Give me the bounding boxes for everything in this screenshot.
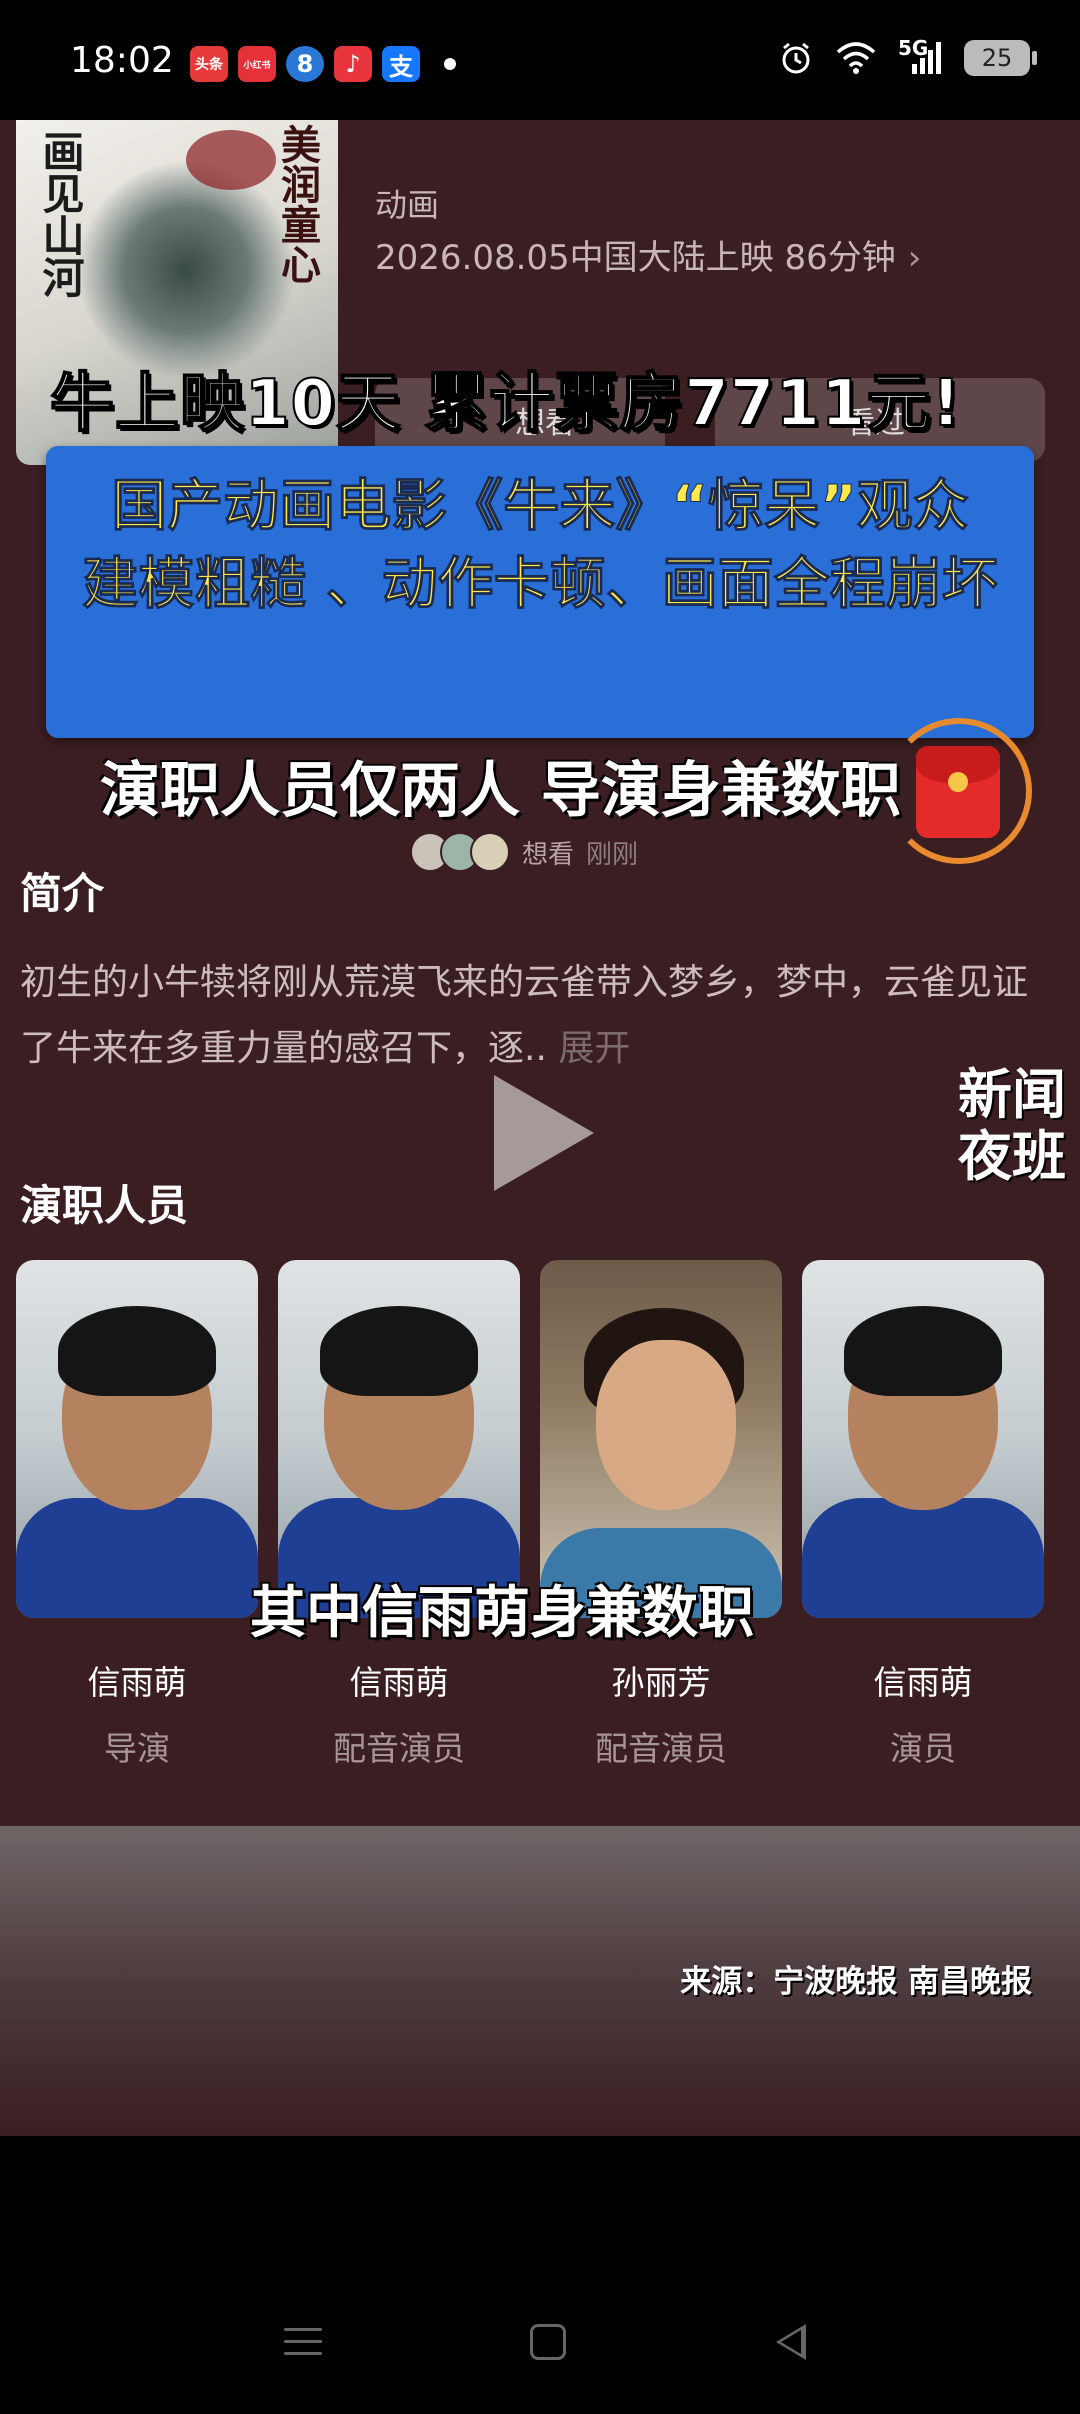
banner-line-2: 建模粗糙 、动作卡顿、画面全程崩坏 — [82, 552, 999, 618]
cast-name: 信雨萌 — [349, 1663, 449, 1702]
red-packet-icon[interactable] — [916, 746, 1000, 838]
cast-card[interactable]: 信雨萌 配音演员 — [278, 1260, 520, 1770]
news-watermark-logo: 新闻 夜班 — [958, 1064, 1066, 1188]
watermark-line-1: 新闻 — [958, 1063, 1066, 1126]
news-headline-box-office: 牛上映10天 累计票房7711元! — [49, 366, 962, 442]
home-icon[interactable] — [530, 2324, 566, 2360]
cast-photo — [278, 1260, 520, 1618]
cast-photo — [802, 1260, 1044, 1618]
news-source-caption: 来源：宁波晚报 南昌晚报 — [680, 1964, 1032, 2000]
poster-ink-art — [76, 160, 296, 380]
xiaohongshu-app-icon: 小红书 — [238, 46, 276, 82]
cast-name: 孙丽芳 — [611, 1663, 711, 1702]
poster-red-art — [186, 130, 276, 190]
cast-role: 配音演员 — [333, 1729, 465, 1768]
more-notifications-dot — [444, 58, 456, 70]
news-app-icon: 8 — [286, 46, 324, 82]
cast-list: 信雨萌 导演 信雨萌 配音演员 孙丽芳 配音演员 信雨萌 演员 — [16, 1260, 1044, 1770]
menu-icon[interactable] — [284, 2328, 322, 2356]
back-icon[interactable] — [776, 2324, 806, 2360]
notification-icons: 头条 小红书 8 ♪ 支 — [190, 46, 456, 82]
intro-body: 初生的小牛犊将刚从荒漠飞来的云雀带入梦乡，梦中，云雀见证了牛来在多重力量的感召下… — [20, 962, 1029, 1069]
alipay-app-icon: 支 — [382, 46, 420, 82]
want-activity-label: 想看 — [522, 839, 575, 870]
cast-photo — [16, 1260, 258, 1618]
movie-detail-page: 画见山河 美润童心 动画 2026.08.05中国大陆上映 86分钟 › 想看 看… — [0, 120, 1080, 2136]
want-activity-row: 想看 刚刚 — [410, 832, 638, 872]
movie-genre: 动画 — [375, 186, 440, 224]
wifi-icon — [836, 42, 876, 74]
poster-calligraphy-left: 画见山河 — [36, 130, 85, 298]
cast-role: 配音演员 — [595, 1729, 727, 1768]
cast-card[interactable]: 信雨萌 导演 — [16, 1260, 258, 1770]
banner-line-1: 国产动画电影《牛来》“惊呆”观众 — [111, 474, 970, 540]
avatar-group — [410, 832, 510, 872]
cast-name: 信雨萌 — [87, 1663, 187, 1702]
video-subtitle: 其中信雨萌身兼数职 — [250, 1581, 754, 1646]
want-activity-time: 刚刚 — [586, 839, 639, 870]
expand-link[interactable]: 展开 — [558, 1028, 630, 1069]
cast-section-title: 演职人员 — [20, 1181, 189, 1230]
cast-photo — [540, 1260, 782, 1618]
news-headline-banner: 国产动画电影《牛来》“惊呆”观众 建模粗糙 、动作卡顿、画面全程崩坏 — [46, 446, 1034, 738]
poster-calligraphy-right: 美润童心 — [274, 124, 321, 284]
avatar — [470, 832, 510, 872]
movie-release-info[interactable]: 2026.08.05中国大陆上映 86分钟 › — [375, 230, 921, 279]
cell-signal-icon: 5G — [898, 36, 942, 76]
cast-name: 信雨萌 — [873, 1663, 973, 1702]
battery-icon: 25 — [964, 40, 1037, 76]
cast-card[interactable]: 孙丽芳 配音演员 — [540, 1260, 782, 1770]
clock: 18:02 — [70, 40, 174, 81]
chevron-right-icon: › — [907, 238, 922, 278]
watermark-line-2: 夜班 — [958, 1125, 1066, 1188]
music-app-icon: ♪ — [334, 46, 372, 82]
intro-section-title: 简介 — [20, 869, 105, 918]
release-text: 2026.08.05中国大陆上映 86分钟 — [375, 238, 896, 278]
cast-role: 导演 — [104, 1729, 170, 1768]
toutiao-app-icon: 头条 — [190, 46, 228, 82]
intro-text: 初生的小牛犊将刚从荒漠飞来的云雀带入梦乡，梦中，云雀见证了牛来在多重力量的感召下… — [20, 950, 1050, 1082]
system-icons: 5G 25 — [778, 36, 1037, 76]
cast-card[interactable]: 信雨萌 演员 — [802, 1260, 1044, 1770]
navigation-bar — [0, 2136, 1080, 2414]
alarm-icon — [782, 42, 810, 74]
status-bar: 18:02 头条 小红书 8 ♪ 支 5G 25 — [0, 0, 1080, 120]
play-icon[interactable] — [494, 1075, 594, 1191]
news-headline-crew: 演职人员仅两人 导演身兼数职 — [100, 756, 901, 826]
cast-role: 演员 — [890, 1729, 956, 1768]
